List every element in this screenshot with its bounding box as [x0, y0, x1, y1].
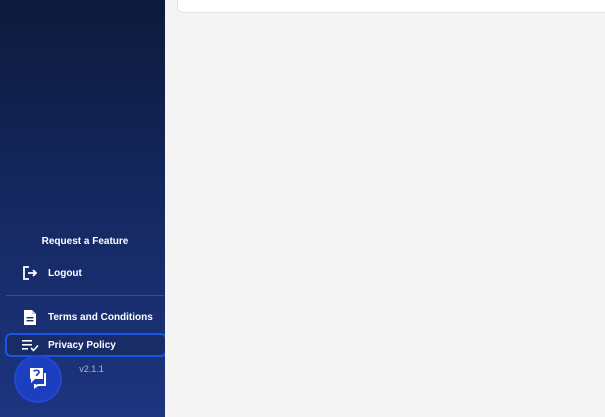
sidebar-item-privacy[interactable]: Privacy Policy	[5, 333, 167, 357]
logout-icon	[21, 264, 39, 282]
sidebar-item-logout[interactable]: Logout	[8, 261, 168, 285]
document-icon	[21, 308, 39, 326]
main-content	[165, 0, 605, 417]
sidebar-item-terms[interactable]: Terms and Conditions	[8, 305, 168, 329]
help-chat-icon	[26, 365, 50, 394]
help-button[interactable]	[16, 357, 60, 401]
sidebar: Request a Feature Logout Terms and Condi…	[0, 0, 168, 417]
content-card	[177, 0, 605, 13]
request-feature-link[interactable]: Request a Feature	[0, 236, 170, 247]
sidebar-item-label: Logout	[48, 267, 82, 279]
sidebar-item-label: Terms and Conditions	[48, 311, 153, 323]
sidebar-divider	[6, 295, 164, 296]
sidebar-item-label: Privacy Policy	[48, 339, 116, 351]
list-check-icon	[21, 336, 39, 354]
